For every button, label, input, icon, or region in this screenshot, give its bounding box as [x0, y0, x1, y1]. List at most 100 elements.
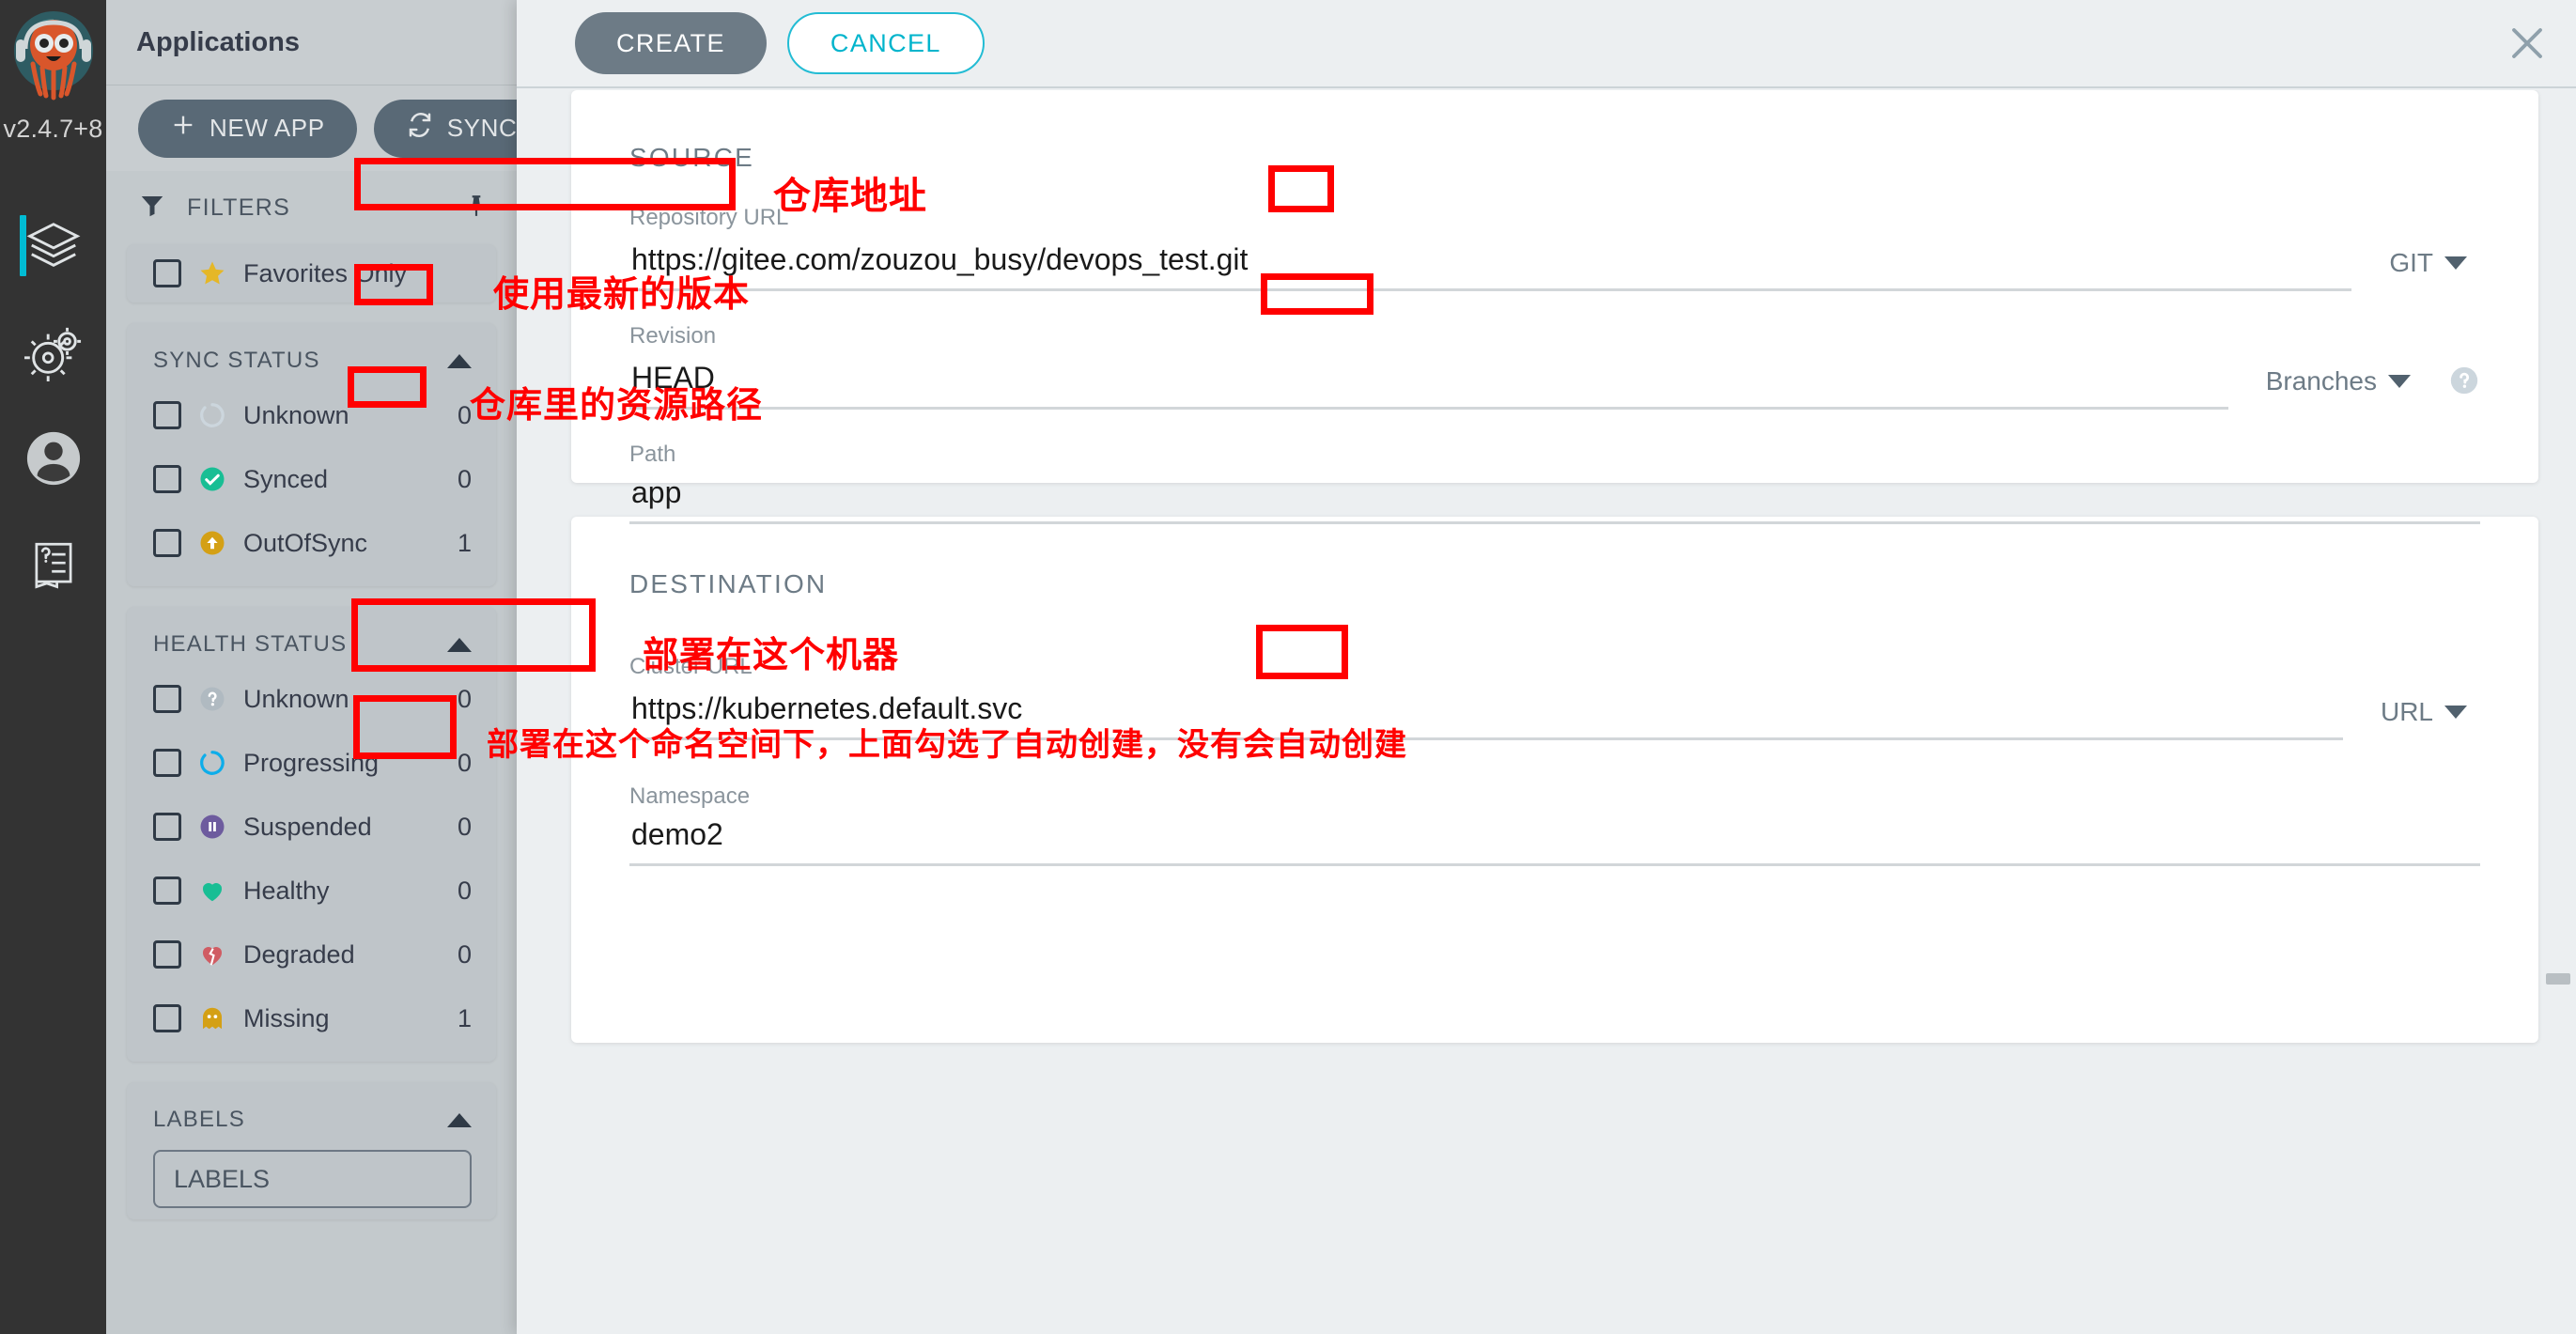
circle-unknown-icon: [198, 401, 226, 429]
path-field: Path: [629, 442, 2480, 524]
namespace-label: Namespace: [629, 783, 751, 809]
namespace-input[interactable]: [629, 817, 2480, 866]
favorites-only-filter[interactable]: Favorites Only: [127, 244, 496, 302]
label-sync-outofsync: OutOfSync: [243, 528, 368, 557]
filter-row-health-progressing[interactable]: Progressing 0: [127, 731, 496, 795]
pin-icon[interactable]: [464, 192, 489, 225]
sync-status-title: SYNC STATUS: [153, 348, 320, 373]
sidebar-item-settings[interactable]: [0, 299, 106, 405]
checkbox-health-missing[interactable]: [153, 1004, 181, 1032]
heart-icon: [198, 876, 226, 905]
annotation-cluster-url: 部署在这个机器: [643, 634, 900, 675]
close-icon[interactable]: [2505, 21, 2550, 66]
filters-label: FILTERS: [187, 194, 291, 221]
chevron-up-icon[interactable]: [447, 637, 472, 652]
scrollbar-thumb[interactable]: [2546, 973, 2570, 985]
checkbox-health-healthy[interactable]: [153, 876, 181, 905]
filter-row-sync-synced[interactable]: Synced 0: [127, 447, 496, 511]
sync-icon: [406, 111, 434, 146]
cluster-url-label: Cluster URL: [629, 654, 753, 679]
labels-card: LABELS LABELS: [127, 1082, 496, 1219]
user-icon: [24, 429, 83, 488]
checkbox-health-suspended[interactable]: [153, 813, 181, 841]
gear-icon: [23, 323, 83, 381]
filter-row-sync-outofsync[interactable]: OutOfSync 1: [127, 511, 496, 575]
ghost-icon: [198, 1004, 226, 1032]
annotation-revision: 使用最新的版本: [493, 273, 751, 315]
count-health-healthy: 0: [457, 876, 472, 905]
checkbox-sync-unknown[interactable]: [153, 401, 181, 429]
chevron-down-icon: [2444, 256, 2467, 270]
sidebar-item-docs[interactable]: [0, 511, 106, 617]
favorites-label: Favorites Only: [243, 258, 408, 287]
count-sync-outofsync: 1: [457, 528, 472, 557]
chevron-up-icon[interactable]: [447, 1112, 472, 1127]
revision-type-select[interactable]: Branches: [2253, 357, 2424, 406]
left-nav-rail: v2.4.7+8: [0, 0, 106, 1334]
repository-url-input[interactable]: [629, 242, 2352, 291]
filter-icon: [138, 192, 166, 225]
path-label: Path: [629, 442, 676, 467]
checkbox-sync-synced[interactable]: [153, 465, 181, 493]
health-status-header[interactable]: HEALTH STATUS: [127, 616, 496, 667]
create-button[interactable]: CREATE: [575, 12, 767, 74]
label-health-missing: Missing: [243, 1003, 330, 1032]
count-health-unknown: 0: [457, 684, 472, 713]
destination-section: DESTINATION Cluster URL URL Namespace: [571, 517, 2538, 1043]
label-sync-unknown: Unknown: [243, 400, 349, 429]
cluster-type-select[interactable]: URL: [2367, 688, 2480, 737]
sync-status-header[interactable]: SYNC STATUS: [127, 333, 496, 383]
book-help-icon: [26, 537, 81, 592]
argo-logo[interactable]: [10, 8, 97, 120]
sidebar-header: Applications: [106, 0, 517, 85]
filter-row-health-unknown[interactable]: Unknown 0: [127, 667, 496, 731]
label-health-suspended: Suspended: [243, 812, 372, 841]
labels-title: LABELS: [153, 1107, 245, 1132]
favorites-checkbox[interactable]: [153, 259, 181, 287]
checkbox-sync-outofsync[interactable]: [153, 529, 181, 557]
count-health-missing: 1: [457, 1003, 472, 1032]
star-icon: [198, 259, 226, 287]
count-health-progressing: 0: [457, 748, 472, 777]
checkbox-health-degraded[interactable]: [153, 940, 181, 969]
chevron-down-icon: [2388, 375, 2411, 388]
page-title: Applications: [136, 26, 301, 57]
cancel-button[interactable]: CANCEL: [786, 12, 985, 74]
new-app-button[interactable]: NEW APP: [138, 99, 357, 158]
filter-row-health-degraded[interactable]: Degraded 0: [127, 923, 496, 986]
sync-apps-label: SYNC APPS: [446, 114, 517, 142]
checkbox-health-unknown[interactable]: [153, 685, 181, 713]
revision-input[interactable]: [629, 361, 2228, 410]
label-health-unknown: Unknown: [243, 684, 349, 713]
revision-type-value: Branches: [2265, 366, 2377, 396]
count-health-suspended: 0: [457, 812, 472, 841]
labels-input[interactable]: LABELS: [153, 1150, 472, 1208]
question-help-icon[interactable]: [2448, 365, 2480, 396]
path-input[interactable]: [629, 475, 2480, 524]
sidebar-toolbar: NEW APP SYNC APPS: [106, 85, 517, 171]
sidebar-item-applications[interactable]: [0, 193, 106, 299]
rail-item-list: [0, 193, 106, 617]
pause-circle-icon: [198, 813, 226, 841]
filter-row-health-suspended[interactable]: Suspended 0: [127, 795, 496, 859]
applications-sidebar: Applications NEW APP SYNC APPS: [106, 0, 517, 1334]
chevron-up-icon[interactable]: [447, 353, 472, 368]
sync-apps-button[interactable]: SYNC APPS: [373, 99, 517, 158]
count-sync-synced: 0: [457, 464, 472, 493]
checkbox-health-progressing[interactable]: [153, 749, 181, 777]
labels-header[interactable]: LABELS: [127, 1092, 496, 1142]
repository-type-select[interactable]: GIT: [2376, 239, 2480, 287]
label-health-healthy: Healthy: [243, 876, 330, 905]
sidebar-filters: FILTERS Favorites Only SYNC STATUS Unkno…: [106, 171, 517, 1219]
annotation-namespace: 部署在这个命名空间下，上面勾选了自动创建，没有会自动创建: [487, 726, 1407, 764]
filter-row-health-missing[interactable]: Missing 1: [127, 986, 496, 1050]
sidebar-item-user[interactable]: [0, 405, 106, 511]
annotation-path: 仓库里的资源路径: [470, 384, 764, 426]
filter-row-health-healthy[interactable]: Healthy 0: [127, 859, 496, 923]
argocd-app-create-screen: v2.4.7+8 Applications NEW APP SYNC FILTE…: [0, 0, 2576, 1334]
revision-label: Revision: [629, 323, 717, 349]
repository-type-value: GIT: [2389, 248, 2433, 277]
filter-row-sync-unknown[interactable]: Unknown 0: [127, 383, 496, 447]
panel-toolbar: CREATE CANCEL: [517, 0, 2576, 88]
new-app-label: NEW APP: [209, 114, 325, 142]
